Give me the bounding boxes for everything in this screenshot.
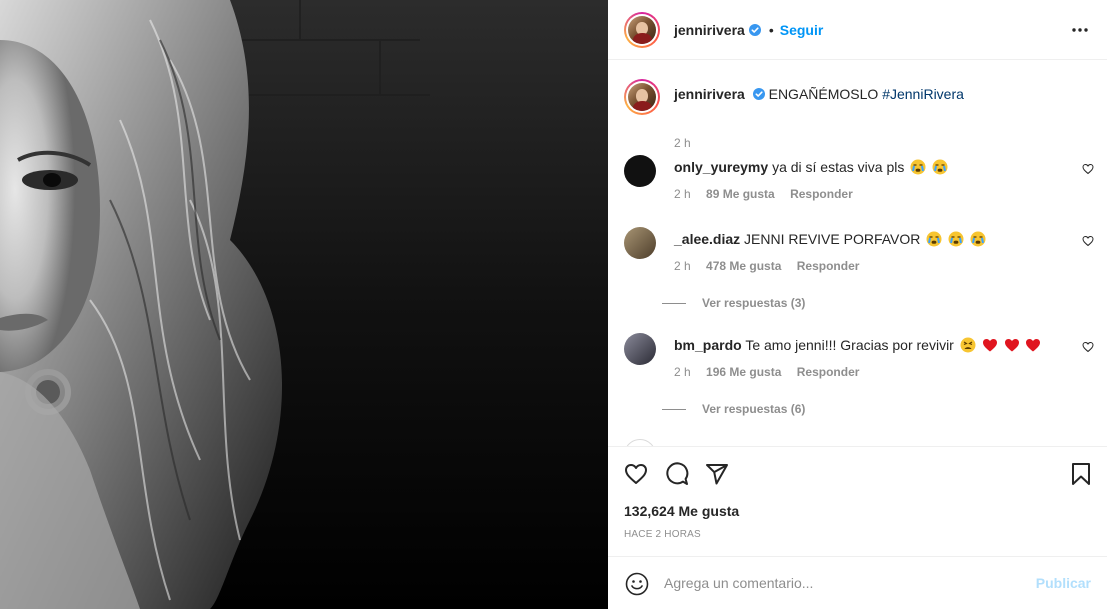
caption-username[interactable]: jennirivera (674, 86, 745, 102)
bookmark-icon[interactable] (1069, 462, 1093, 486)
commenter-username[interactable]: _alee.diaz (674, 231, 740, 247)
verified-badge-icon (748, 23, 761, 36)
view-replies-label[interactable]: Ver respuestas (3) (702, 296, 805, 310)
post-caption: jennirivera ENGAÑÉMOSLO #JenniRivera 2 h (624, 79, 1094, 150)
comment-text: ya di sí estas viva pls (772, 159, 905, 175)
post-header: jennirivera • Seguir (608, 0, 1107, 60)
post-image (0, 0, 608, 609)
comment-time[interactable]: 2 h (674, 187, 691, 201)
post-panel: jennirivera • Seguir jennirivera ENGAÑÉM… (608, 0, 1107, 609)
comments-list[interactable]: jennirivera ENGAÑÉMOSLO #JenniRivera 2 h… (608, 61, 1107, 446)
comment-text: JENNI REVIVE PORFAVOR (744, 231, 921, 247)
commenter-username[interactable]: only_yureymy (674, 159, 768, 175)
view-replies-label[interactable]: Ver respuestas (6) (702, 402, 805, 416)
view-replies-button[interactable]: Ver respuestas (6) (662, 402, 805, 416)
publish-button[interactable]: Publicar (1036, 575, 1091, 591)
red-heart-emoji-icon (1026, 339, 1041, 352)
comment-meta: 2 h 196 Me gusta Responder (674, 365, 871, 379)
crying-face-emoji-icon (948, 231, 964, 247)
heart-outline-icon[interactable] (1082, 341, 1094, 353)
verified-badge-icon (752, 88, 765, 100)
reply-button[interactable]: Responder (790, 187, 853, 201)
comment-body: _alee.diaz JENNI REVIVE PORFAVOR (674, 227, 1074, 248)
caption-text: ENGAÑÉMOSLO (768, 86, 879, 102)
separator-dot: • (768, 21, 774, 38)
commenter-avatar[interactable] (624, 227, 656, 259)
comment-composer: Publicar (608, 556, 1107, 609)
more-options-icon[interactable] (1071, 22, 1089, 38)
follow-button[interactable]: Seguir (780, 22, 824, 38)
comment-likes[interactable]: 196 Me gusta (706, 365, 781, 379)
commenter-username[interactable]: bm_pardo (674, 337, 742, 353)
comment-text: Te amo jenni!!! Gracias por revivir (745, 337, 954, 353)
likes-count[interactable]: 132,624 Me gusta (624, 503, 739, 519)
comment-meta: 2 h 89 Me gusta Responder (674, 187, 865, 201)
comment-likes[interactable]: 478 Me gusta (706, 259, 781, 273)
emoji-picker-icon[interactable] (625, 572, 649, 596)
comment-bubble-icon[interactable] (665, 462, 689, 486)
post-timestamp[interactable]: HACE 2 HORAS (624, 529, 701, 540)
replies-divider (662, 408, 686, 410)
caption-time[interactable]: 2 h (674, 136, 691, 150)
view-replies-button[interactable]: Ver respuestas (3) (662, 296, 805, 310)
commenter-avatar[interactable] (624, 333, 656, 365)
commenter-avatar[interactable] (624, 439, 656, 446)
crying-face-emoji-icon (970, 231, 986, 247)
post-actions: 132,624 Me gusta HACE 2 HORAS (608, 446, 1107, 556)
comment-meta: 2 h 478 Me gusta Responder (674, 259, 871, 273)
author-username[interactable]: jennirivera (674, 22, 745, 38)
comment-time[interactable]: 2 h (674, 259, 691, 273)
author-avatar[interactable] (624, 11, 660, 48)
commenter-avatar[interactable] (624, 155, 656, 187)
crying-face-emoji-icon (910, 159, 926, 175)
red-heart-emoji-icon (1004, 339, 1019, 352)
comment-input[interactable] (664, 571, 1024, 595)
caption-hashtag[interactable]: #JenniRivera (882, 86, 964, 102)
replies-divider (662, 302, 686, 304)
heart-outline-icon[interactable] (1082, 235, 1094, 247)
comment-time[interactable]: 2 h (674, 365, 691, 379)
caption-avatar[interactable] (624, 79, 660, 115)
comment-body: only_yureymy ya di sí estas viva pls (674, 155, 1074, 176)
tired-face-emoji-icon (960, 337, 976, 353)
paper-plane-icon[interactable] (705, 462, 729, 486)
portrait-photo-art (0, 0, 608, 609)
crying-face-emoji-icon (926, 231, 942, 247)
heart-outline-icon[interactable] (1082, 163, 1094, 175)
reply-button[interactable]: Responder (797, 365, 860, 379)
comment-body: bm_pardo Te amo jenni!!! Gracias por rev… (674, 333, 1074, 354)
red-heart-emoji-icon (982, 339, 997, 352)
crying-face-emoji-icon (932, 159, 948, 175)
heart-outline-icon[interactable] (624, 462, 648, 486)
reply-button[interactable]: Responder (797, 259, 860, 273)
comment-likes[interactable]: 89 Me gusta (706, 187, 775, 201)
